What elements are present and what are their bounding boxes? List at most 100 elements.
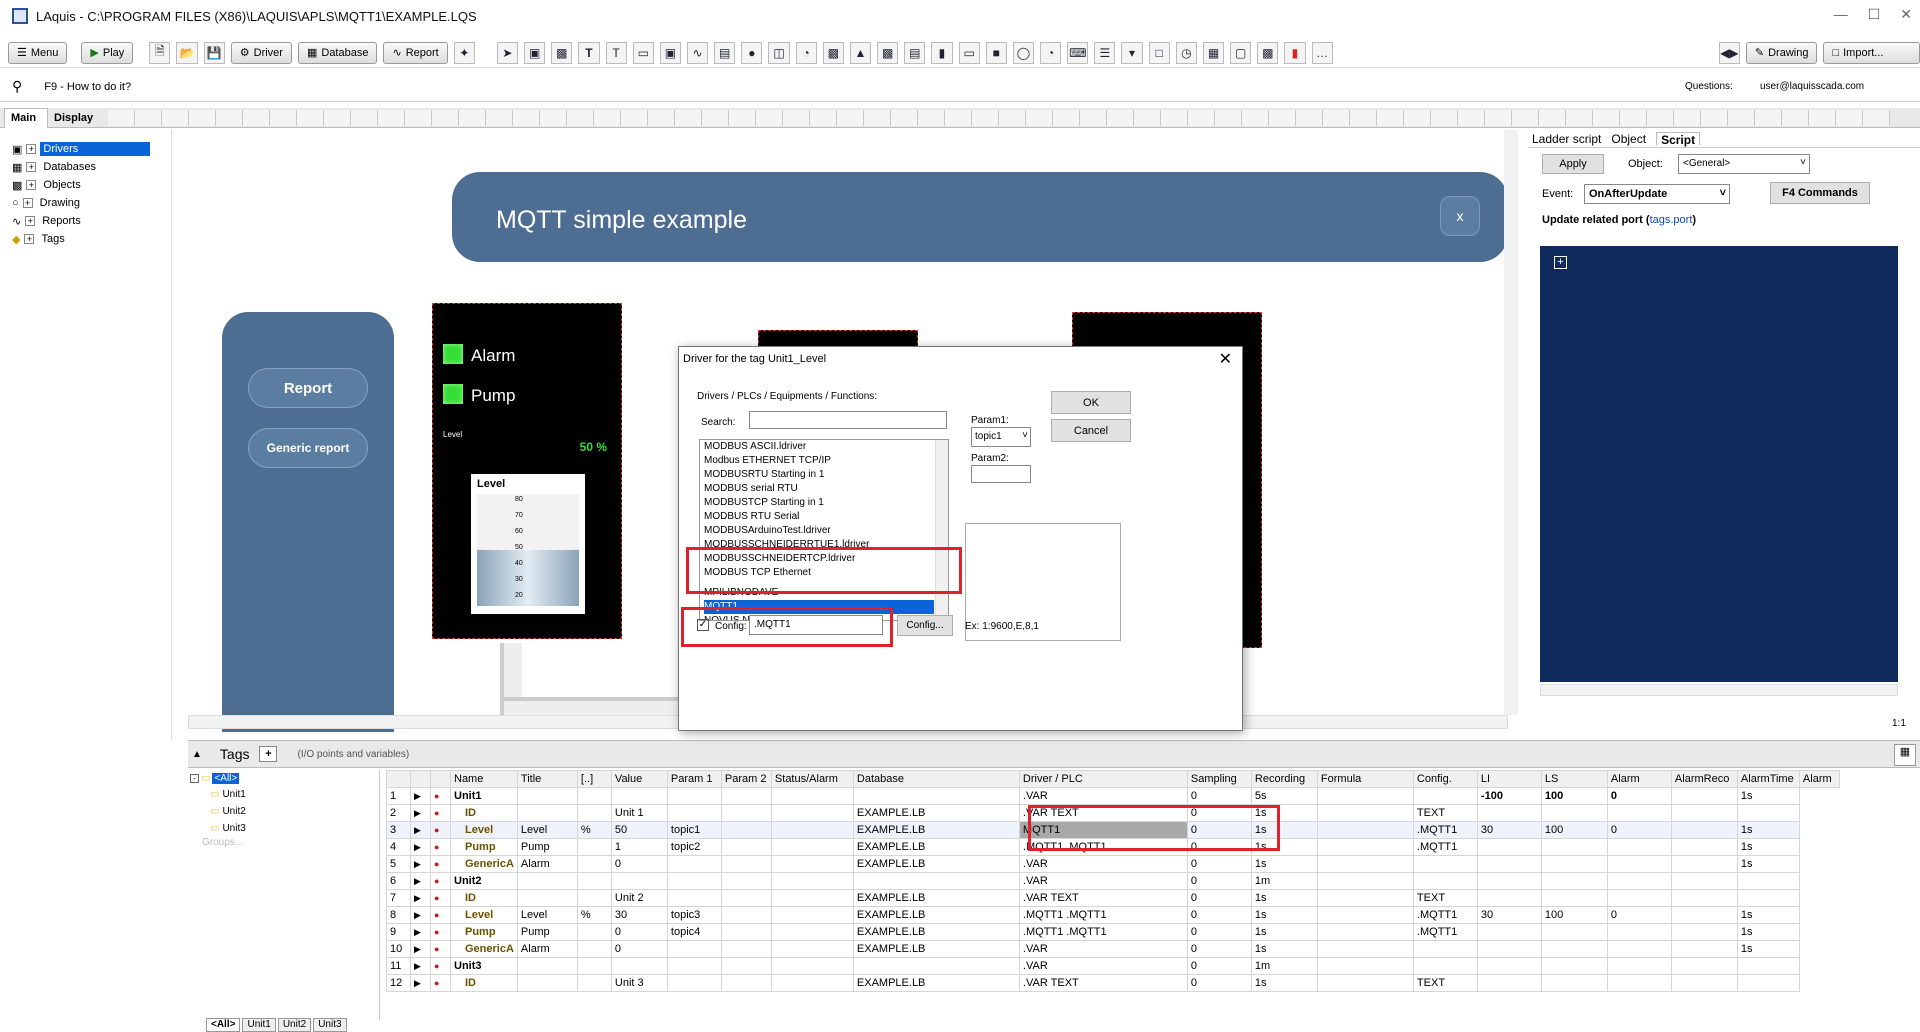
import-button[interactable]: □ Import... [1823,41,1920,64]
table-cell[interactable]: 1s [1250,906,1318,924]
table-cell[interactable]: EXAMPLE.LB [852,906,1020,924]
column-header[interactable]: [..] [576,770,612,788]
table-cell[interactable] [516,957,578,975]
table-cell[interactable]: ID [450,804,518,822]
graph-icon[interactable]: ▤ [904,41,926,64]
table-cell[interactable]: .MQTT1 [1412,838,1478,856]
table-cell[interactable] [1540,940,1608,958]
frame-icon[interactable]: ▢ [1230,41,1252,64]
group-unit2[interactable]: ▭ Unit2 [188,803,379,820]
table-cell[interactable] [1670,787,1738,805]
table-cell[interactable]: 1s [1736,821,1800,839]
tab-object[interactable]: Object [1611,132,1646,146]
table-cell[interactable]: .VAR TEXT [1018,889,1188,907]
table-row[interactable]: 9 ▶ ● Pump Pump 0 topic4 EXAMPLE.LB .MQTT1 .MQTT… [386,923,1840,941]
table-cell[interactable] [1670,889,1738,907]
grid-view-icon[interactable]: ▦ [1894,744,1916,766]
database-button[interactable]: ▦ Database [297,41,378,64]
table-cell[interactable] [852,872,1020,890]
table-cell[interactable]: TEXT [1412,889,1478,907]
table-row[interactable]: 12 ▶ ● ID Unit 3 EXAMPLE.LB .VAR TEXT 0 1s TEXT [386,974,1840,992]
table-row[interactable]: 5 ▶ ● GenericA Alarm 0 EXAMPLE.LB .VAR 0 1s 1s [386,855,1840,873]
table-cell[interactable]: 0 [1186,855,1252,873]
play-button[interactable]: ▶ Play [81,41,134,64]
group-unit1[interactable]: ▭ Unit1 [188,786,379,803]
dialog-close-icon[interactable]: ✕ [1219,349,1232,369]
table-cell[interactable]: 0 [1606,787,1672,805]
table-cell[interactable] [1540,872,1608,890]
bottom-tab-all[interactable]: <All> [206,1018,241,1032]
table-cell[interactable]: 1s [1736,940,1800,958]
table-cell[interactable] [1670,804,1738,822]
table-cell[interactable] [770,923,854,941]
expand-icon[interactable]: + [22,198,33,208]
table-cell[interactable] [516,787,578,805]
table-cell[interactable] [1606,804,1672,822]
table-cell[interactable] [1476,974,1542,992]
table-cell[interactable]: 0 [1606,821,1672,839]
table-cell[interactable] [1316,923,1414,941]
table-cell[interactable]: 0 [1186,906,1252,924]
table-cell[interactable] [576,838,612,856]
table-cell[interactable] [1606,855,1672,873]
table-cell[interactable]: topic1 [666,821,722,839]
table-cell[interactable]: Pump [450,923,518,941]
menu-button[interactable]: ☰ Menu [8,41,68,64]
f4-commands-button[interactable]: F4 Commands [1770,182,1870,204]
table-cell[interactable] [720,787,772,805]
table-cell[interactable]: 1s [1250,974,1318,992]
table-cell[interactable]: TEXT [1412,804,1478,822]
table-cell[interactable]: 0 [610,940,668,958]
table-cell[interactable]: 1s [1736,906,1800,924]
table-cell[interactable]: % [576,821,612,839]
nav-arrows-icon[interactable]: ◀▶ [1718,41,1740,64]
table-cell[interactable]: Pump [450,838,518,856]
table-cell[interactable] [1736,974,1800,992]
tree-item-databases[interactable]: ▦ + Databases [0,158,171,176]
table-cell[interactable] [1540,838,1608,856]
bottom-tab-unit2[interactable]: Unit2 [277,1018,312,1032]
table-cell[interactable]: .VAR [1018,957,1188,975]
table-row[interactable]: 1 ▶ ● Unit1 .VAR 0 5s -100 100 0 1s [386,787,1840,805]
table-cell[interactable] [1540,889,1608,907]
table-cell[interactable] [1670,906,1738,924]
column-header[interactable]: AlarmReco [1670,770,1738,788]
drawing-button[interactable]: ✎ Drawing [1745,41,1818,64]
open-folder-icon[interactable]: 📂 [176,41,198,64]
table-cell[interactable]: 30 [1476,821,1542,839]
record-icon[interactable]: ● [430,906,451,924]
report-screen-button[interactable]: Report [248,368,368,408]
table-cell[interactable] [1670,838,1738,856]
square-icon[interactable]: □ [1148,41,1170,64]
table-cell[interactable]: Alarm [516,855,578,873]
record-icon[interactable]: ● [430,957,451,975]
table-cell[interactable]: 1s [1736,787,1800,805]
tree-item-drivers[interactable]: ▣ + Drivers [0,140,171,158]
tab-display[interactable]: Display [50,110,97,126]
table-cell[interactable]: 0 [1186,889,1252,907]
table-cell[interactable] [1316,821,1414,839]
table-cell[interactable] [1316,889,1414,907]
table-cell[interactable] [1670,923,1738,941]
table-cell[interactable] [1476,855,1542,873]
bottle-icon[interactable]: ▮ [931,41,953,64]
table-cell[interactable]: 4 [386,838,411,856]
table-row[interactable]: 10 ▶ ● GenericA Alarm 0 EXAMPLE.LB .VAR 0 1s 1s [386,940,1840,958]
table-cell[interactable]: EXAMPLE.LB [852,889,1020,907]
wizard-icon[interactable]: ✦ [453,41,475,64]
table-cell[interactable] [666,872,722,890]
pointer-icon[interactable]: ➤ [496,41,519,64]
expand-icon[interactable]: + [1554,256,1567,269]
collapse-icon[interactable]: - [190,773,199,783]
table-cell[interactable]: EXAMPLE.LB [852,855,1020,873]
table-cell[interactable]: 3 [386,821,411,839]
table-cell[interactable]: 11 [386,957,411,975]
new-file-icon[interactable]: 🗎 [149,41,171,64]
alarm-icon[interactable]: ▲ [849,41,872,64]
table-cell[interactable]: Level [516,821,578,839]
table-cell[interactable]: GenericA [450,855,518,873]
table-cell[interactable] [1412,957,1478,975]
table-cell[interactable]: 10 [386,940,411,958]
table-cell[interactable] [1412,787,1478,805]
table-row[interactable]: 11 ▶ ● Unit3 .VAR 0 1m [386,957,1840,975]
